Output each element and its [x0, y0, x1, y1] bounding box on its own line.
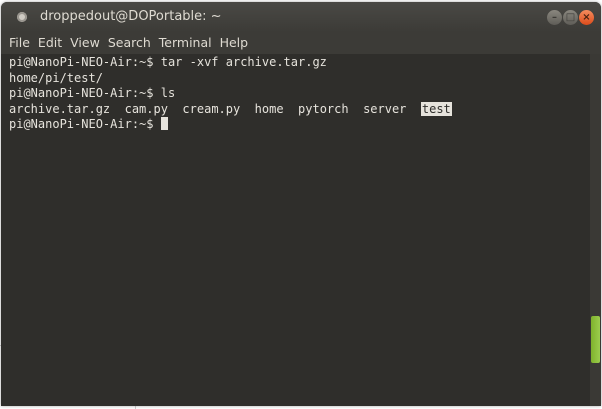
- ls-entry: server: [363, 101, 407, 116]
- window-menu-icon[interactable]: [17, 12, 27, 22]
- menu-search[interactable]: Search: [104, 32, 155, 54]
- command-text: tar -xvf archive.tar.gz: [160, 55, 327, 69]
- ls-entry: cream.py: [182, 101, 241, 116]
- terminal-line: pi@NanoPi-NEO-Air:~$: [9, 117, 590, 133]
- ls-entry: pytorch: [298, 101, 349, 116]
- menu-terminal[interactable]: Terminal: [155, 32, 216, 54]
- menu-bar: File Edit View Search Terminal Help: [1, 32, 601, 54]
- terminal-window: droppedout@DOPortable: ~ – □ × File Edit…: [1, 2, 601, 406]
- maximize-button[interactable]: □: [563, 10, 578, 25]
- ls-entry: archive.tar.gz: [9, 101, 111, 116]
- shell-prompt: pi@NanoPi-NEO-Air:~$: [9, 117, 154, 131]
- menu-edit[interactable]: Edit: [34, 32, 66, 54]
- window-title: droppedout@DOPortable: ~: [40, 9, 222, 24]
- terminal-line: home/pi/test/: [9, 71, 590, 87]
- title-bar[interactable]: droppedout@DOPortable: ~ – □ ×: [1, 2, 601, 32]
- shell-prompt: pi@NanoPi-NEO-Air:~$: [9, 55, 154, 69]
- scrollbar[interactable]: [590, 54, 601, 406]
- ls-entry: home: [254, 101, 284, 116]
- ls-entry: cam.py: [124, 101, 168, 116]
- shell-prompt: pi@NanoPi-NEO-Air:~$: [9, 86, 154, 100]
- output-text: home/pi/test/: [9, 70, 103, 85]
- menu-file[interactable]: File: [5, 32, 34, 54]
- menu-help[interactable]: Help: [216, 32, 253, 54]
- close-button[interactable]: ×: [579, 10, 594, 25]
- command-text: ls: [160, 86, 176, 100]
- ls-entry-highlighted: test: [420, 101, 452, 116]
- minimize-button[interactable]: –: [547, 10, 562, 25]
- text-cursor: [160, 117, 168, 130]
- terminal-output[interactable]: pi@NanoPi-NEO-Air:~$ tar -xvf archive.ta…: [1, 54, 590, 406]
- window-controls: – □ ×: [547, 10, 594, 26]
- terminal-line: pi@NanoPi-NEO-Air:~$ ls: [9, 86, 590, 102]
- terminal-line: pi@NanoPi-NEO-Air:~$ tar -xvf archive.ta…: [9, 55, 590, 71]
- scrollbar-thumb[interactable]: [591, 316, 600, 363]
- menu-view[interactable]: View: [66, 32, 104, 54]
- ls-output-line: archive.tar.gz cam.py cream.py home pyto…: [9, 101, 590, 118]
